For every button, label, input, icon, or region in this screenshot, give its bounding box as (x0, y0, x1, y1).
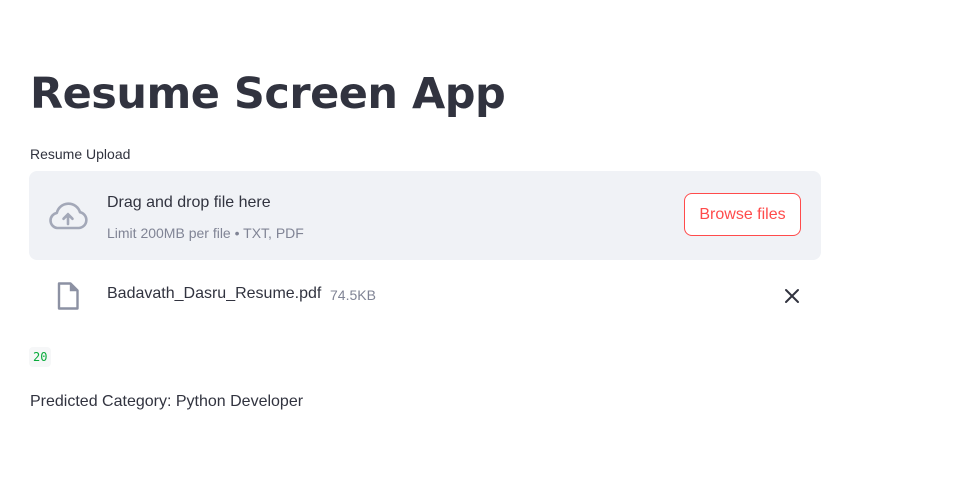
uploaded-file-name: Badavath_Dasru_Resume.pdf (107, 285, 322, 302)
dropzone-limit-text: Limit 200MB per file • TXT, PDF (107, 225, 304, 241)
predicted-category-text: Predicted Category: Python Developer (30, 393, 304, 410)
cloud-upload-icon (49, 202, 88, 230)
file-dropzone[interactable]: Drag and drop file here Limit 200MB per … (29, 171, 821, 260)
upload-label: Resume Upload (30, 146, 131, 162)
dropzone-instructions: Drag and drop file here (107, 194, 271, 211)
uploaded-file-size: 74.5KB (330, 287, 376, 303)
browse-files-button[interactable]: Browse files (684, 193, 801, 236)
close-icon[interactable] (783, 287, 801, 305)
uploaded-file-row: Badavath_Dasru_Resume.pdf 74.5KB (29, 276, 821, 316)
app-page: Resume Screen App Resume Upload Drag and… (0, 0, 968, 499)
code-output: 20 (29, 347, 52, 367)
file-icon (57, 282, 79, 310)
page-title: Resume Screen App (30, 69, 506, 119)
